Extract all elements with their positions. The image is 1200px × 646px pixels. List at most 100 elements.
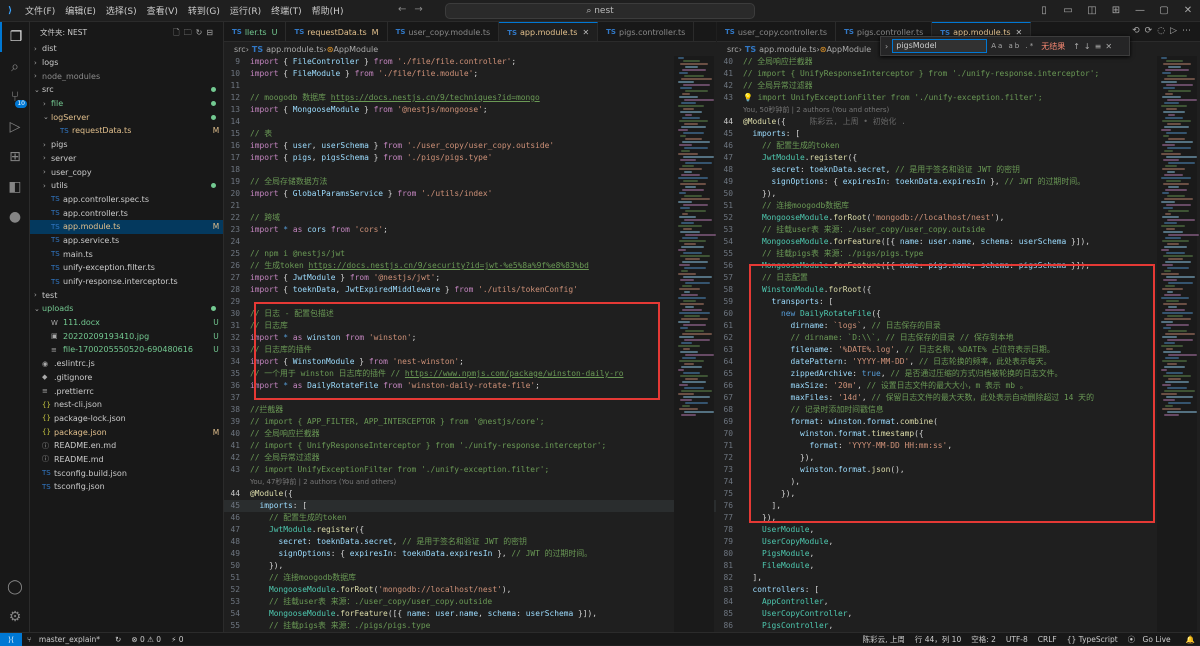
command-center-search[interactable]: ⌕ nest [445,3,755,19]
minimap-line [1168,114,1175,116]
account-icon[interactable]: ◯ [0,572,30,602]
right-code-area[interactable]: 40 // 全局响应拦截器 41 // import { UnifyResponseI… [717,56,1200,632]
line-text: import * as DailyRotateFile from 'winsto… [250,381,540,390]
left-minimap[interactable] [674,56,716,632]
problems-status[interactable]: ⊗ 0 ⚠ 0 [126,635,166,644]
tree-item[interactable]: ◉ .eslintrc.js [30,357,223,371]
extensions-icon[interactable]: ⊞ [0,142,30,172]
menu-item-3[interactable]: 查看(V) [142,4,183,17]
menu-item-5[interactable]: 运行(R) [225,4,266,17]
manage-gear-icon[interactable]: ⚙ [0,602,30,632]
left-tab-2[interactable]: TS user_copy.module.ts [388,22,500,41]
maximize-button[interactable]: ▢ [1152,0,1176,22]
menu-item-1[interactable]: 编辑(E) [60,4,101,17]
find-input[interactable]: pigsModel [892,39,988,53]
language-mode-status[interactable]: {} TypeScript [1062,633,1123,646]
tree-item[interactable]: TS tsconfig.json [30,480,223,494]
breadcrumb-item[interactable]: src [234,45,246,54]
left-tab-1[interactable]: TS requestData.ts M [286,22,388,41]
breadcrumb-item[interactable]: src [727,45,739,54]
line-number: 76 [723,501,733,510]
layout-split-icon[interactable]: ◫ [1080,0,1104,22]
tree-item[interactable]: ▣ 20220209193410.jpg U [30,329,223,343]
sync-status[interactable]: ↻ [110,635,126,644]
find-options[interactable]: Aa ab .* [991,42,1035,50]
tree-item[interactable]: TS tsconfig.build.json [30,466,223,480]
toggle-replace-chevron-icon[interactable]: › [885,42,888,51]
explorer-icon[interactable]: ❐ [0,22,30,52]
chat-icon[interactable]: ● [0,202,30,232]
tree-item[interactable]: ⓘ README.md [30,453,223,467]
breadcrumb-item[interactable]: app.module.ts [759,45,816,54]
menu-item-2[interactable]: 选择(S) [101,4,142,17]
tree-item[interactable]: TS main.ts [30,247,223,261]
ports-status[interactable]: ⚡ 0 [166,635,188,644]
indentation-status[interactable]: 空格: 2 [966,633,1001,646]
tree-item[interactable]: {} nest-cli.json [30,398,223,412]
tree-item[interactable]: ◆ .gitignore [30,371,223,385]
tree-item[interactable]: ⓘ README.en.md [30,439,223,453]
tree-item[interactable]: › pigs [30,138,223,152]
go-live-status[interactable]: ⦿ Go Live [1123,633,1181,646]
breadcrumb-item[interactable]: AppModule [826,45,871,54]
eol-status[interactable]: CRLF [1033,633,1062,646]
remote-indicator-icon[interactable]: ⟩⟨ [0,632,22,646]
tree-item[interactable]: › utils [30,179,223,193]
tree-item[interactable]: ⌄ uploads [30,302,223,316]
menu-item-0[interactable]: 文件(F) [20,4,60,17]
tree-item[interactable]: ≡ file-1700205550520-690480616 U [30,343,223,357]
tree-item[interactable]: › test [30,288,223,302]
left-tab-5[interactable] [694,22,716,41]
tree-item[interactable]: TS app.controller.ts [30,206,223,220]
menu-item-6[interactable]: 终端(T) [266,4,307,17]
encoding-status[interactable]: UTF-8 [1001,633,1033,646]
tree-item[interactable]: ⌄ logServer [30,110,223,124]
layout-sidebar-icon[interactable]: ▯ [1032,0,1056,22]
tree-item[interactable]: › dist [30,42,223,56]
left-tab-0[interactable]: TS ller.ts U [224,22,287,41]
left-tab-4[interactable]: TS pigs.controller.ts [598,22,695,41]
source-control-icon[interactable]: ⑂ 10 [0,82,30,112]
notifications-bell-icon[interactable]: 🔔 [1181,633,1200,646]
git-blame-status[interactable]: 陈彩云, 上周 [858,633,910,646]
tree-item[interactable]: ⌄ src [30,83,223,97]
tree-item[interactable]: TS app.service.ts [30,234,223,248]
search-icon[interactable]: ⌕ [0,52,30,82]
code-line: 82 ], [717,572,1200,584]
tree-item[interactable]: TS unify-exception.filter.ts [30,261,223,275]
tree-item[interactable]: › server [30,152,223,166]
tree-item[interactable]: TS requestData.ts M [30,124,223,138]
menu-item-4[interactable]: 转到(G) [183,4,225,17]
tree-item[interactable]: TS app.module.ts M [30,219,223,234]
right-minimap[interactable] [1157,56,1199,632]
tree-item[interactable]: › file [30,97,223,111]
branch-status[interactable]: ⑂ master_explain* [22,635,110,644]
tab-close-icon[interactable]: ✕ [582,28,589,37]
breadcrumb-item[interactable]: AppModule [333,45,378,54]
left-code-area[interactable]: 9 import { FileController } from './file/… [224,56,716,632]
layout-custom-icon[interactable]: ⊞ [1104,0,1128,22]
remote-explorer-icon[interactable]: ◧ [0,172,30,202]
explorer-toolbar[interactable]: 🗋🗀↻⊟ [173,27,217,41]
layout-panel-icon[interactable]: ▭ [1056,0,1080,22]
tree-item[interactable]: {} package-lock.json [30,412,223,426]
tree-item[interactable]: TS unify-response.interceptor.ts [30,275,223,289]
editor-actions[interactable]: ⟲⟳◌▷⋯ [1132,26,1196,36]
run-debug-icon[interactable]: ▷ [0,112,30,142]
tree-item[interactable]: › node_modules [30,69,223,83]
breadcrumb-item[interactable]: app.module.ts [266,45,323,54]
right-tab-0[interactable]: TS user_copy.controller.ts [717,22,837,41]
tree-item[interactable]: › user_copy [30,165,223,179]
minimize-button[interactable]: — [1128,0,1152,22]
tree-item[interactable]: W 111.docx U [30,316,223,330]
menu-item-7[interactable]: 帮助(H) [307,4,349,17]
cursor-position-status[interactable]: 行 44，列 10 [910,633,966,646]
tree-item[interactable]: {} package.json M [30,425,223,439]
tree-item[interactable]: TS app.controller.spec.ts [30,193,223,207]
left-tab-3[interactable]: TS app.module.ts ✕ [499,22,599,41]
tree-item[interactable]: ≡ .prettierrc [30,384,223,398]
nav-arrows[interactable]: ←→ [398,4,431,15]
find-nav-buttons[interactable]: ↑↓≡✕ [1073,42,1116,51]
close-window-button[interactable]: ✕ [1176,0,1200,22]
tree-item[interactable]: › logs [30,56,223,70]
